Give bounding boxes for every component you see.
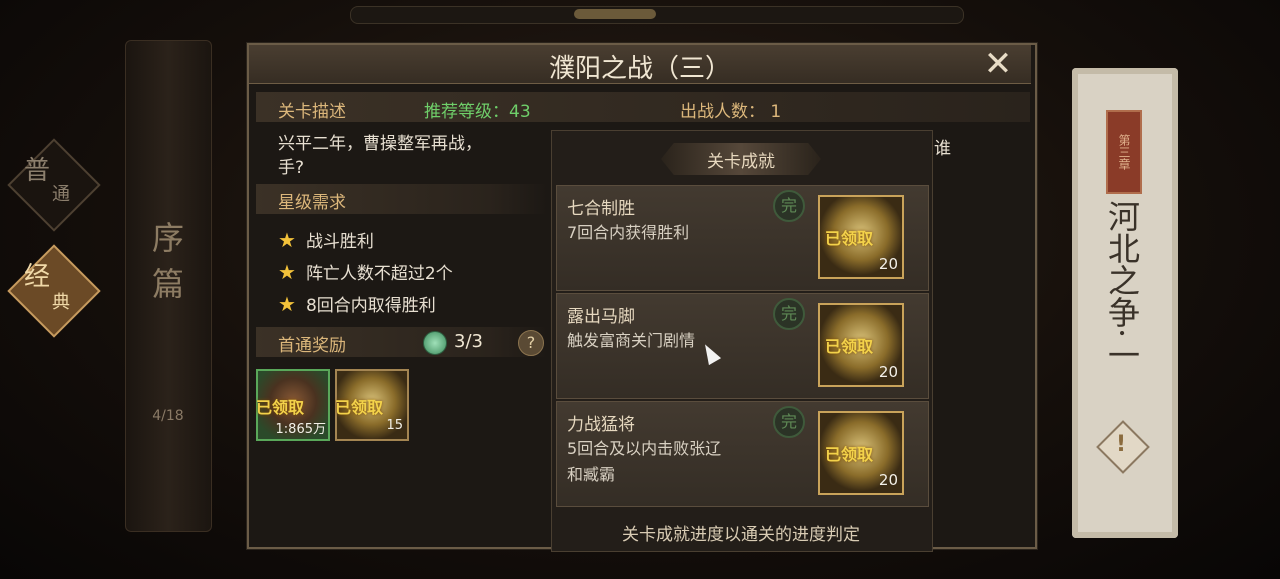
claimed-stamp: 已领取 — [825, 337, 874, 356]
star-row: ★ 8回合内取得胜利 — [278, 291, 436, 316]
reward-count: 15 — [386, 418, 403, 433]
close-button[interactable]: ✕ — [976, 46, 1020, 82]
achievement-desc-line2: 和臧霸 — [567, 465, 616, 484]
achievement-name: 力战猛将 — [567, 415, 635, 435]
alert-mark: ! — [1116, 432, 1127, 457]
dialog-title: 濮阳之战（三） — [548, 54, 731, 84]
completed-badge: 完 — [773, 190, 805, 222]
mode-normal-sublabel: 通 — [52, 184, 70, 205]
claimed-stamp: 已领取 — [825, 229, 874, 248]
completed-badge: 完 — [773, 406, 805, 438]
claimed-stamp: 已领取 — [335, 398, 384, 417]
completed-badge: 完 — [773, 298, 805, 330]
achievement-name: 七合制胜 — [567, 199, 635, 219]
mode-classic-sublabel: 典 — [52, 292, 70, 313]
star-row: ★ 战斗胜利 — [278, 227, 374, 252]
battle-count: 出战人数： 1 — [680, 102, 782, 122]
mode-classic-label: 经 — [24, 262, 51, 292]
star-requirement: 战斗胜利 — [305, 232, 374, 252]
jade-icon — [423, 331, 447, 355]
page-count: 4/18 — [152, 408, 184, 424]
claimed-stamp: 已领取 — [825, 445, 874, 464]
description-tail: 谁 — [934, 139, 951, 159]
star-icon: ★ — [278, 292, 296, 316]
star-row: ★ 阵亡人数不超过2个 — [278, 259, 453, 284]
mode-normal-label: 普 — [24, 156, 51, 186]
first-clear-progress: 3/3 — [454, 331, 483, 352]
close-icon: ✕ — [983, 44, 1013, 84]
reward-count: 1:865万 — [275, 422, 326, 437]
star-icon: ★ — [278, 228, 296, 252]
star-requirements-label: 星级需求 — [278, 193, 346, 213]
claimed-stamp: 已领取 — [256, 398, 305, 417]
top-progress-bar — [350, 6, 964, 24]
achievement-desc: 5回合及以内击败张辽 — [567, 439, 722, 458]
stage-info-row — [256, 92, 1030, 122]
scroll-title: 序篇 — [151, 219, 184, 303]
achievements-header-label: 关卡成就 — [707, 152, 775, 172]
star-requirement: 阵亡人数不超过2个 — [305, 264, 453, 284]
achievement-desc: 触发富商关门剧情 — [567, 331, 696, 350]
first-clear-reward-label: 首通奖励 — [278, 336, 346, 356]
description-line2: 手? — [278, 158, 305, 178]
reward-count: 20 — [878, 255, 898, 273]
achievement-name: 露出马脚 — [567, 307, 635, 327]
achievement-desc: 7回合内获得胜利 — [567, 223, 690, 242]
star-requirement: 8回合内取得胜利 — [305, 296, 436, 316]
recommended-level: 推荐等级：43 — [424, 102, 531, 122]
top-progress-fill — [574, 9, 656, 19]
description-line1: 兴平二年，曹操整军再战， — [278, 134, 482, 154]
reward-count: 20 — [878, 363, 898, 381]
reward-count: 20 — [878, 471, 898, 489]
chapter-title: 河北之争·一 — [1103, 200, 1141, 371]
chapter-seal: 第三章 — [1106, 110, 1142, 194]
stage-description-label: 关卡描述 — [278, 102, 346, 122]
help-button[interactable]: ? — [518, 330, 544, 356]
achievements-footer-note: 关卡成就进度以通关的进度判定 — [622, 525, 860, 545]
star-icon: ★ — [278, 260, 296, 284]
